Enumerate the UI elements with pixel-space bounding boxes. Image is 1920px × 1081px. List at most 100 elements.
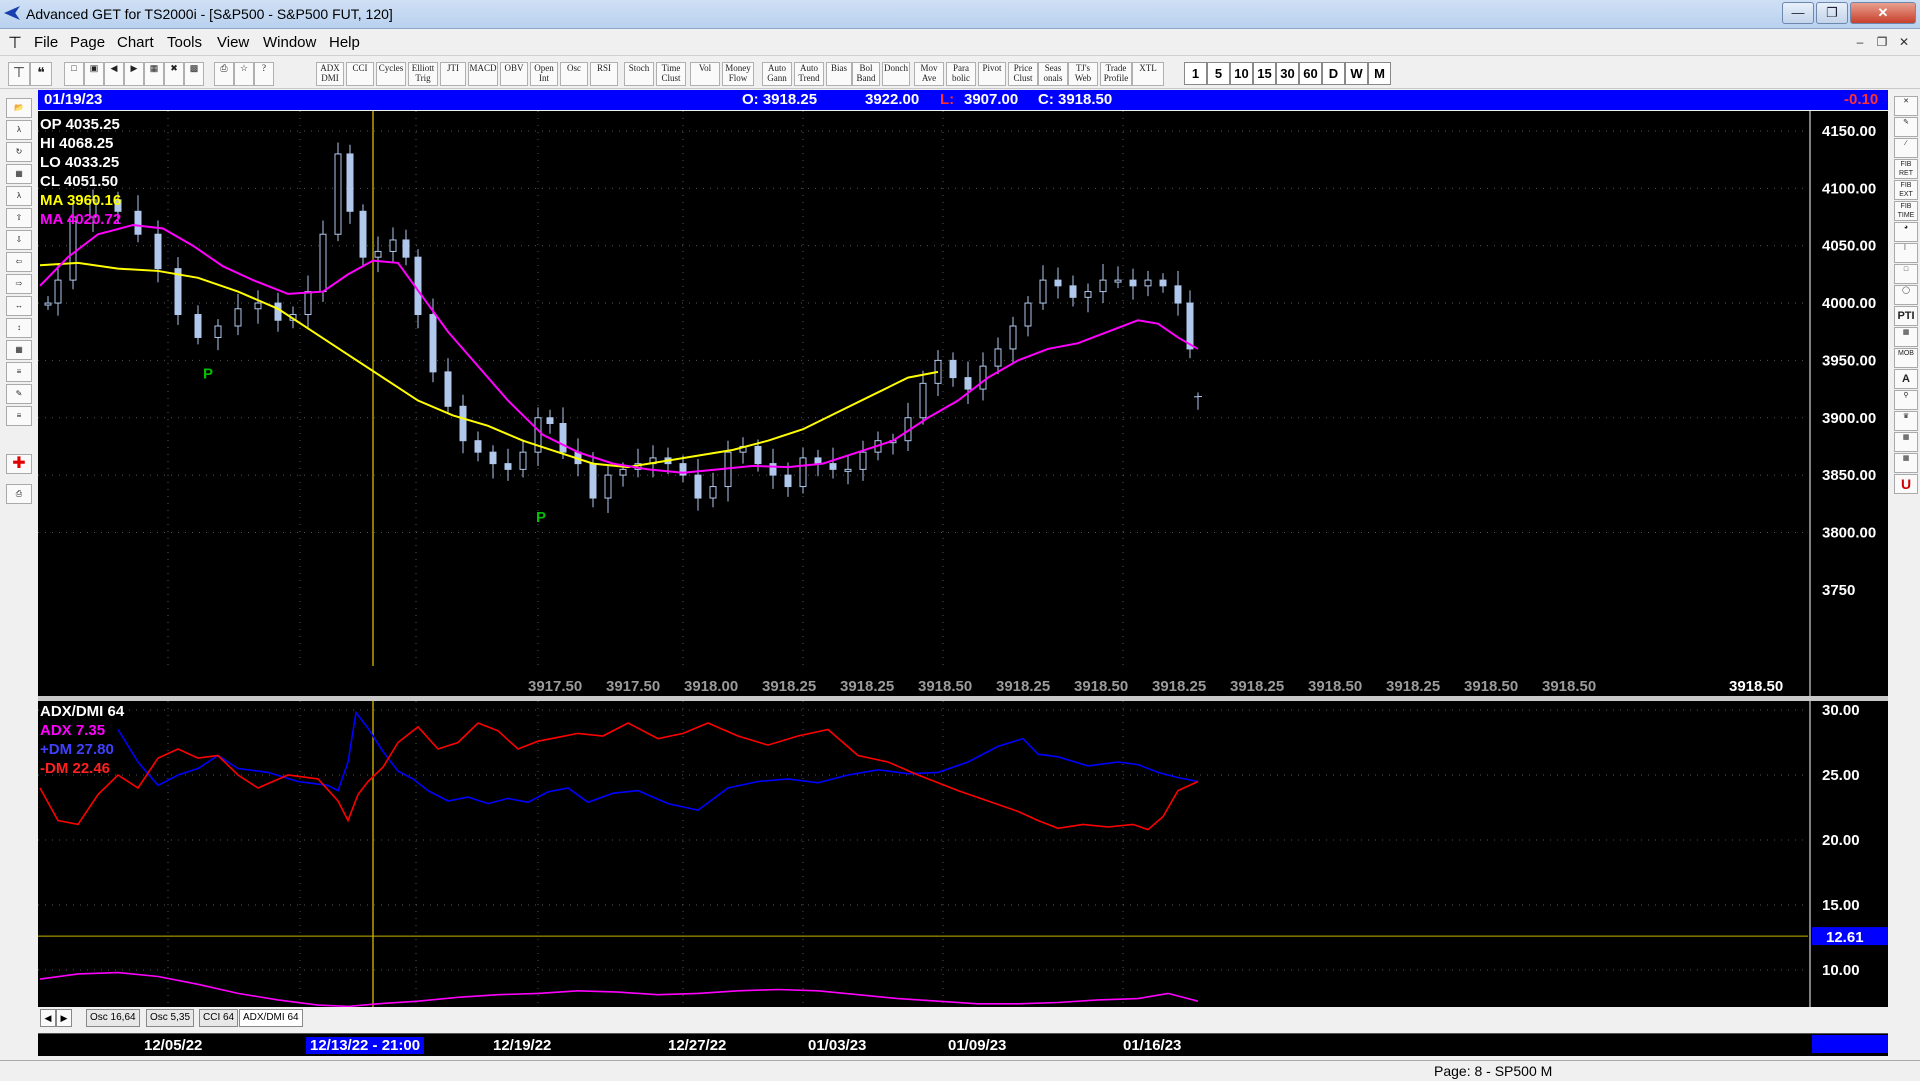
- close-button[interactable]: ✕: [1850, 2, 1916, 24]
- price-chart-canvas[interactable]: 4150.00 4100.00 4050.00 4000.00 3950.00 3900.…: [38, 111, 1888, 696]
- study-button-stoch[interactable]: Stoch: [624, 62, 654, 86]
- study-button-rsi[interactable]: RSI: [590, 62, 618, 86]
- study-button-time-clust[interactable]: Time Clust: [656, 62, 686, 86]
- left-tool-zoom-icon[interactable]: ↕: [6, 318, 32, 338]
- timeframe-button-60[interactable]: 60: [1299, 62, 1322, 85]
- timeframe-button-30[interactable]: 30: [1276, 62, 1299, 85]
- right-tool-pti-icon[interactable]: PTI: [1894, 306, 1918, 326]
- tab-osc-5-35[interactable]: Osc 5,35: [146, 1009, 195, 1027]
- minimize-button[interactable]: —: [1782, 2, 1814, 24]
- study-button-auto-gann[interactable]: Auto Gann: [762, 62, 792, 86]
- left-tool-elliott-icon[interactable]: λ: [6, 120, 32, 140]
- copy-icon[interactable]: ▣: [84, 62, 104, 86]
- help-icon[interactable]: ?: [254, 62, 274, 86]
- study-button-adx-dmi[interactable]: ADX DMI: [316, 62, 344, 86]
- right-tool-grid-icon[interactable]: ▦: [1894, 327, 1918, 347]
- light-icon[interactable]: ☆: [234, 62, 254, 86]
- left-tool-right-icon[interactable]: ⇨: [6, 274, 32, 294]
- right-tool-x-icon[interactable]: ✕: [1894, 96, 1918, 116]
- left-tool-grid-icon[interactable]: ▦: [6, 340, 32, 360]
- right-tool-grid-icon[interactable]: ▦: [1894, 432, 1918, 452]
- timeframe-button-m[interactable]: M: [1368, 62, 1391, 85]
- cancel-icon[interactable]: ✖: [164, 62, 184, 86]
- left-tool-lines-icon[interactable]: ≡: [6, 362, 32, 382]
- left-tool-fib-icon[interactable]: ≡: [6, 406, 32, 426]
- study-button-donch[interactable]: Donch: [882, 62, 910, 86]
- tab-adx-dmi-64[interactable]: ADX/DMI 64: [239, 1009, 303, 1027]
- left-tool-zoom-icon[interactable]: ↔: [6, 296, 32, 316]
- right-tool-ellipse-icon[interactable]: ◯: [1894, 285, 1918, 305]
- left-tool-up-icon[interactable]: ⇧: [6, 208, 32, 228]
- study-button-xtl[interactable]: XTL: [1132, 62, 1164, 86]
- menu-help[interactable]: Help: [329, 34, 360, 51]
- study-button-mov-ave[interactable]: Mov Ave: [914, 62, 944, 86]
- study-button-vol[interactable]: Vol: [690, 62, 720, 86]
- study-button-bias[interactable]: Bias: [826, 62, 852, 86]
- right-tool-line-icon[interactable]: ∕: [1894, 138, 1918, 158]
- study-button-obv[interactable]: OBV: [500, 62, 528, 86]
- right-tool-box-icon[interactable]: □: [1894, 264, 1918, 284]
- left-tool-reset-icon[interactable]: ↻: [6, 142, 32, 162]
- study-button-money-flow[interactable]: Money Flow: [722, 62, 754, 86]
- mdi-close-button[interactable]: ✕: [1894, 33, 1914, 51]
- timeframe-button-d[interactable]: D: [1322, 62, 1345, 85]
- left-tool-cross-icon[interactable]: ✚: [6, 454, 32, 474]
- left-tool-left-icon[interactable]: ⇦: [6, 252, 32, 272]
- study-button-auto-trend[interactable]: Auto Trend: [794, 62, 824, 86]
- mdi-minimize-button[interactable]: –: [1850, 33, 1870, 51]
- pin-icon[interactable]: ⊤: [8, 62, 30, 86]
- tab-osc-16-64[interactable]: Osc 16,64: [86, 1009, 140, 1027]
- right-tool-fib-time-icon[interactable]: FIB TIME: [1894, 201, 1918, 221]
- menu-file[interactable]: File: [34, 34, 58, 51]
- left-tool-elliott-icon[interactable]: λ: [6, 186, 32, 206]
- layout-icon[interactable]: ▩: [184, 62, 204, 86]
- timeframe-button-w[interactable]: W: [1345, 62, 1368, 85]
- study-button-trade-profile[interactable]: Trade Profile: [1100, 62, 1132, 86]
- study-button-bol-band[interactable]: Bol Band: [852, 62, 880, 86]
- left-tool-print-icon[interactable]: ⎙: [6, 484, 32, 504]
- tab-scroll-right-icon[interactable]: ▶: [56, 1009, 72, 1027]
- study-button-seas-onals[interactable]: Seas onals: [1038, 62, 1068, 86]
- study-button-cycles[interactable]: Cycles: [376, 62, 406, 86]
- menu-tools[interactable]: Tools: [167, 34, 202, 51]
- left-tool-down-icon[interactable]: ⇩: [6, 230, 32, 250]
- menu-window[interactable]: Window: [263, 34, 316, 51]
- menu-chart[interactable]: Chart: [117, 34, 154, 51]
- menu-page[interactable]: Page: [70, 34, 105, 51]
- right-tool-zoom-icon[interactable]: ⚲: [1894, 390, 1918, 410]
- right-tool-arc-icon[interactable]: ◕: [1894, 222, 1918, 242]
- adx-dmi-pane[interactable]: 12.61 30.00 25.00 20.00 15.00 10.00 ADX/DMI 6…: [38, 701, 1888, 1007]
- study-button-elliott-trig[interactable]: Elliott Trig: [408, 62, 438, 86]
- adx-chart-canvas[interactable]: 12.61 30.00 25.00 20.00 15.00 10.00: [38, 701, 1888, 1007]
- timeframe-button-1[interactable]: 1: [1184, 62, 1207, 85]
- right-tool-pen-icon[interactable]: ✎: [1894, 117, 1918, 137]
- study-button-price-clust[interactable]: Price Clust: [1008, 62, 1038, 86]
- right-tool-fan-icon[interactable]: ⠇: [1894, 243, 1918, 263]
- right-tool-u-icon[interactable]: U: [1894, 474, 1918, 494]
- study-button-jti[interactable]: JTI: [440, 62, 466, 86]
- left-tool-gann-icon[interactable]: ✎: [6, 384, 32, 404]
- tab-cci-64[interactable]: CCI 64: [199, 1009, 239, 1027]
- print-icon[interactable]: ⎙: [214, 62, 234, 86]
- study-button-osc[interactable]: Osc: [560, 62, 588, 86]
- right-tool-fib-ext-icon[interactable]: FIB EXT: [1894, 180, 1918, 200]
- back-icon[interactable]: ◀: [104, 62, 124, 86]
- right-tool-grid-icon[interactable]: ▦: [1894, 453, 1918, 473]
- quote-icon[interactable]: ❝: [30, 62, 52, 86]
- maximize-button[interactable]: ❐: [1816, 2, 1848, 24]
- left-tool-study-icon[interactable]: ▦: [6, 164, 32, 184]
- timeframe-button-15[interactable]: 15: [1253, 62, 1276, 85]
- right-tool-fib-ret-icon[interactable]: FIB RET: [1894, 159, 1918, 179]
- right-tool-a-icon[interactable]: A: [1894, 369, 1918, 389]
- study-button-tj-s-web[interactable]: TJ's Web: [1068, 62, 1098, 86]
- right-tool-paint-icon[interactable]: ♛: [1894, 411, 1918, 431]
- study-button-pivot[interactable]: Pivot: [978, 62, 1006, 86]
- new-page-icon[interactable]: □: [64, 62, 84, 86]
- left-tool-open-icon[interactable]: 📂: [6, 98, 32, 118]
- right-tool-mob-icon[interactable]: MOB: [1894, 348, 1918, 368]
- timeframe-button-10[interactable]: 10: [1230, 62, 1253, 85]
- menu-view[interactable]: View: [217, 34, 249, 51]
- price-chart[interactable]: 4150.00 4100.00 4050.00 4000.00 3950.00 3900.…: [38, 111, 1888, 696]
- mdi-restore-button[interactable]: ❐: [1872, 33, 1892, 51]
- study-button-macd[interactable]: MACD: [468, 62, 498, 86]
